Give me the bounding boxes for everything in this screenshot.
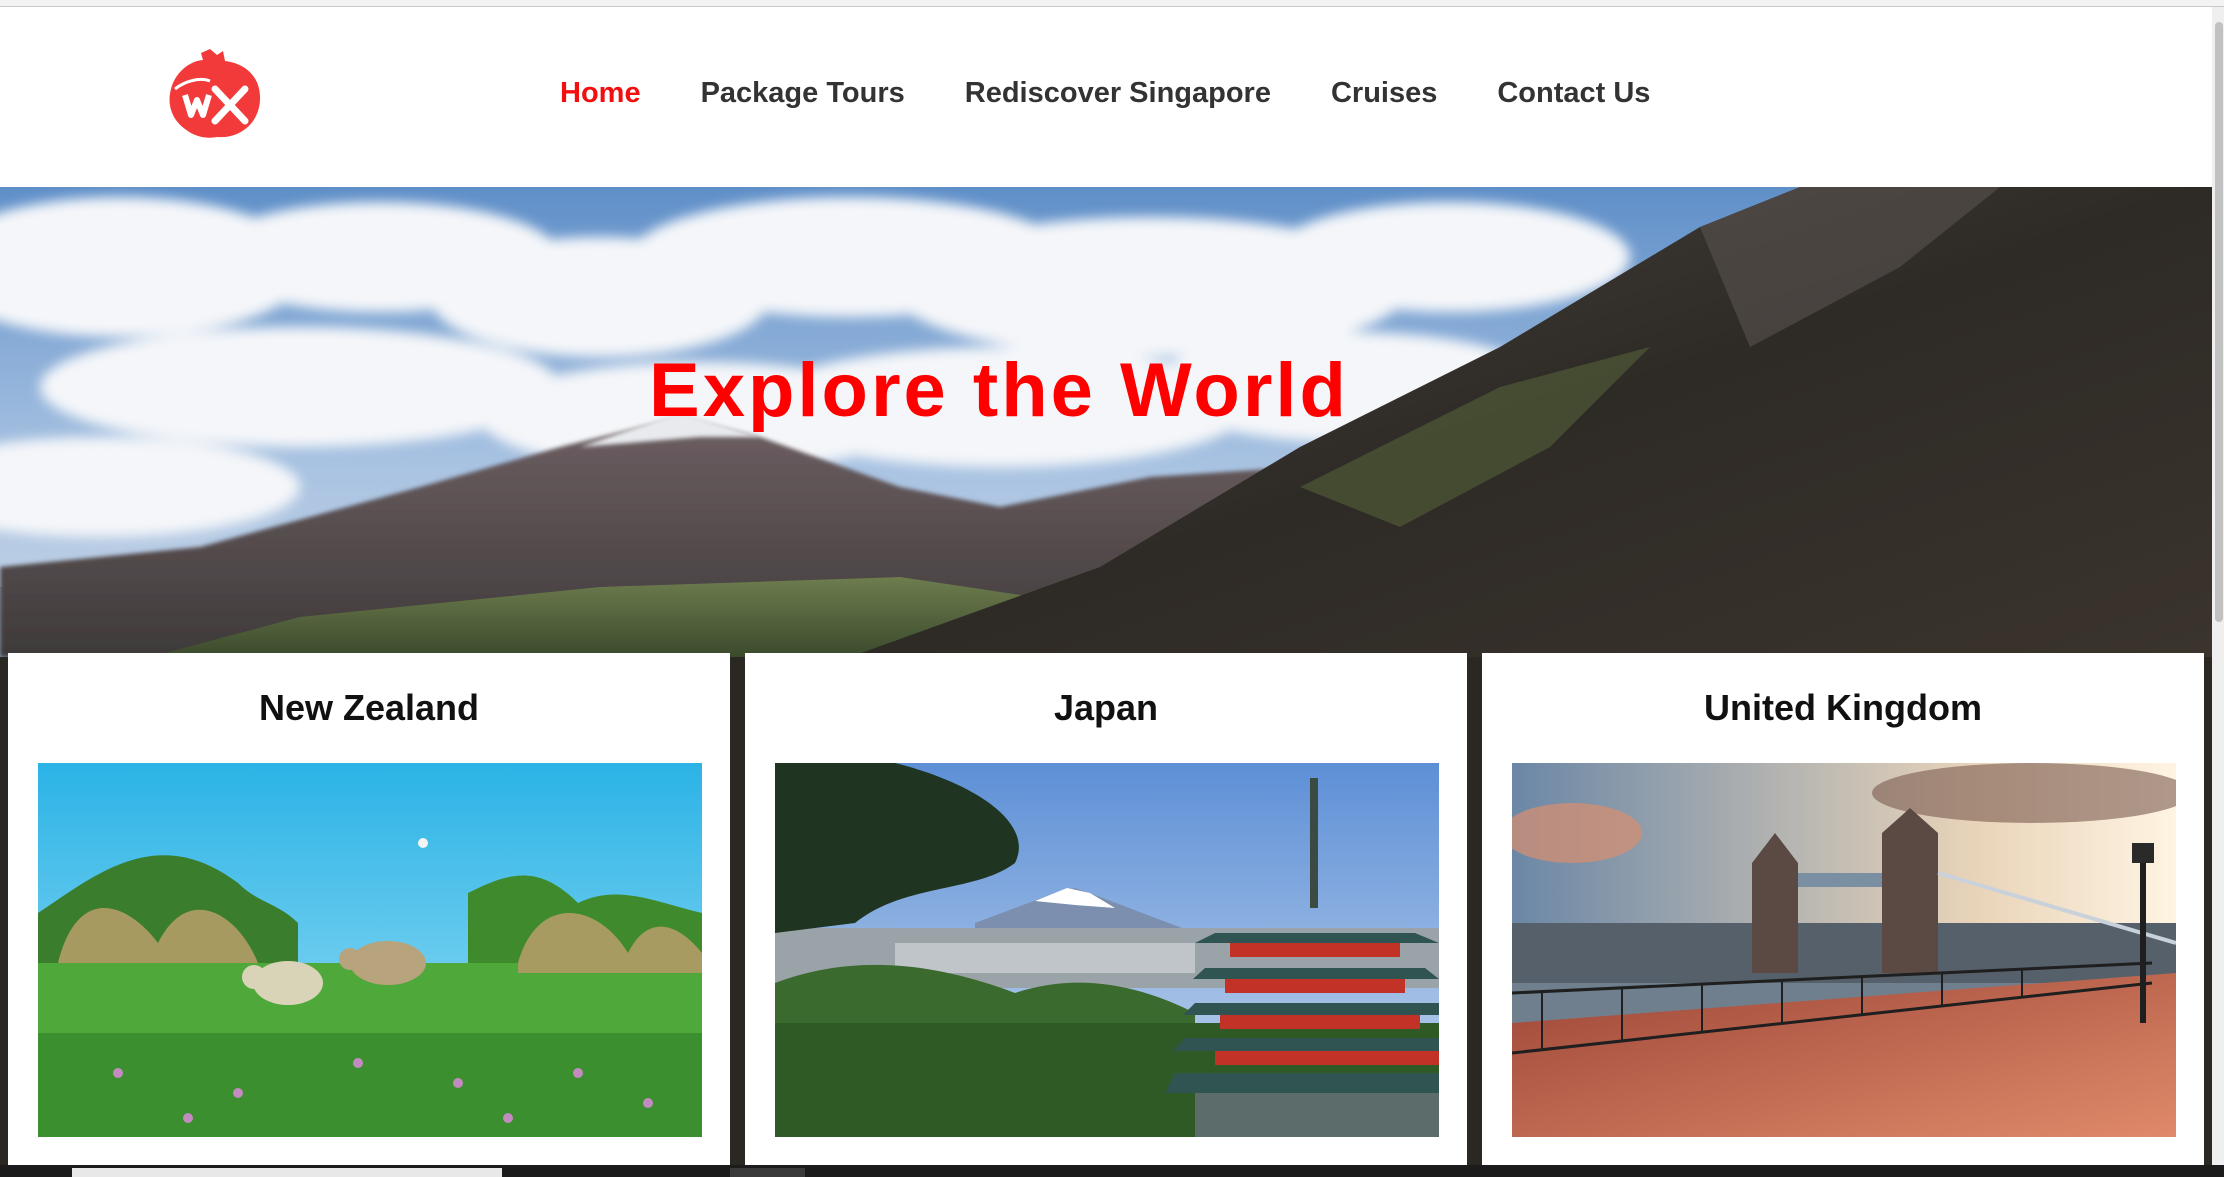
new-zealand-image[interactable] [38, 763, 702, 1137]
destination-card-japan[interactable]: Japan [745, 653, 1467, 1165]
site-header: Home Package Tours Rediscover Singapore … [0, 7, 2212, 187]
destination-card-new-zealand[interactable]: New Zealand [8, 653, 730, 1165]
hero-title-text: Explore the World [649, 348, 1349, 433]
hero-title: Explore the World [0, 347, 2212, 434]
united-kingdom-image[interactable] [1512, 763, 2176, 1137]
card-title: Japan [1053, 687, 1159, 728]
destination-card-united-kingdom[interactable]: United Kingdom [1482, 653, 2204, 1165]
site-logo[interactable] [165, 45, 265, 141]
nav-item-cruises[interactable]: Cruises [1331, 77, 1437, 110]
nav-item-contact-us[interactable]: Contact Us [1497, 77, 1650, 110]
taskbar-app-button[interactable] [72, 1168, 502, 1177]
taskbar-app-button[interactable] [730, 1168, 805, 1177]
main-nav: Home Package Tours Rediscover Singapore … [560, 77, 1710, 110]
japan-image[interactable] [775, 763, 1439, 1137]
hero-banner: Explore the World [0, 187, 2212, 657]
nav-item-rediscover-singapore[interactable]: Rediscover Singapore [965, 77, 1271, 110]
card-title: United Kingdom [1704, 687, 1982, 728]
browser-top-edge [0, 0, 2224, 7]
nav-item-package-tours[interactable]: Package Tours [701, 77, 905, 110]
nav-item-home[interactable]: Home [560, 77, 641, 110]
scrollbar-thumb[interactable] [2215, 22, 2223, 622]
page: Home Package Tours Rediscover Singapore … [0, 7, 2212, 1165]
card-title: New Zealand [258, 687, 480, 728]
